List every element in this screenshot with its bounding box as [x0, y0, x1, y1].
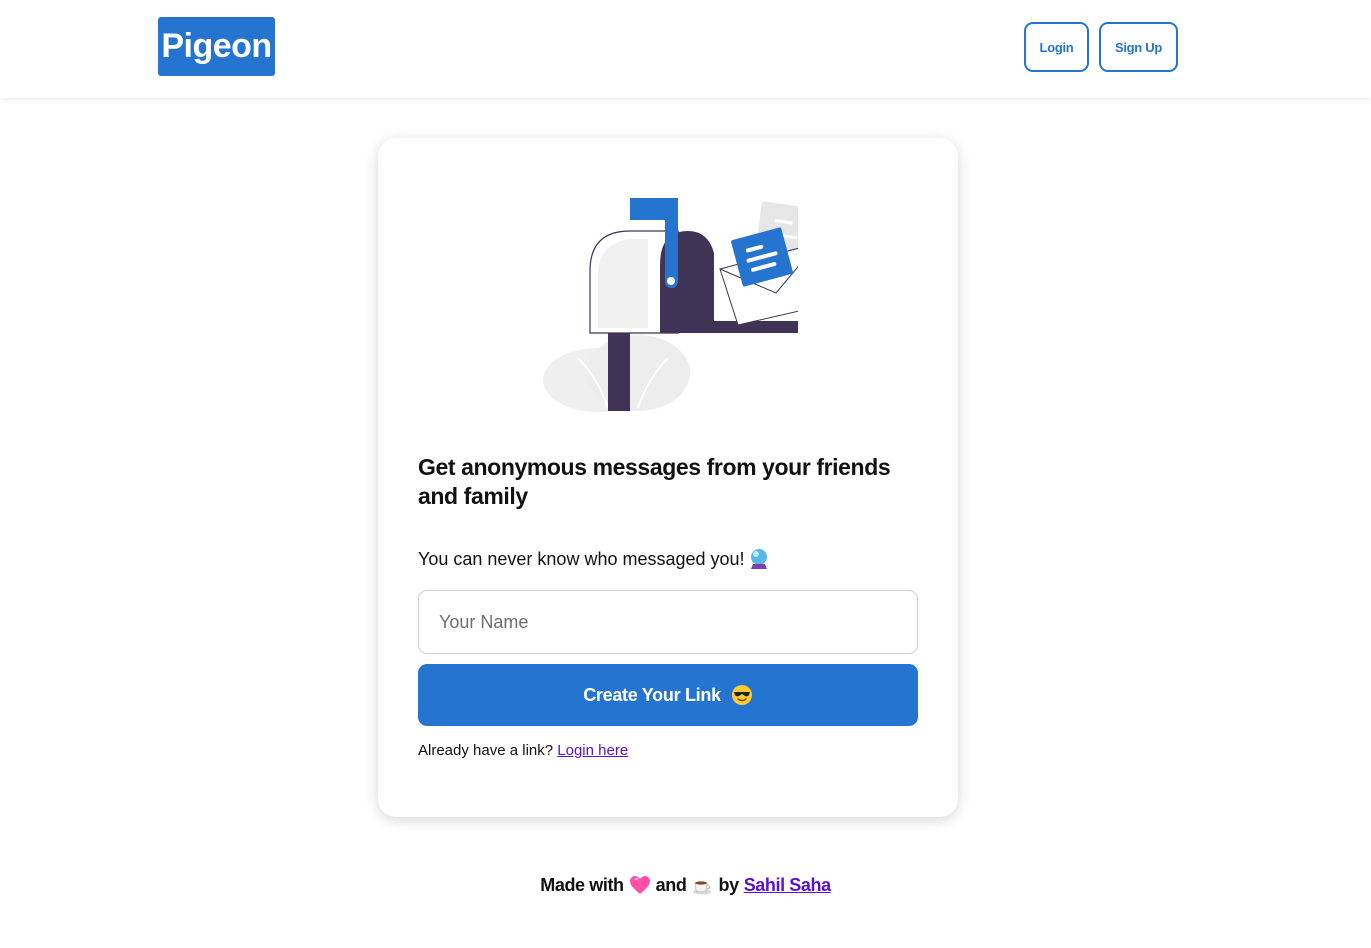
mailbox-illustration: [543, 198, 798, 412]
already-text: Already have a link?: [418, 742, 554, 759]
page-headline: Get anonymous messages from your friends…: [418, 454, 891, 509]
create-link-card: Get anonymous messages from your friends…: [378, 138, 958, 817]
navbar: Pigeon Login Sign Up: [0, 0, 1371, 98]
subline: You can never know who messaged you!: [418, 547, 918, 571]
brand-logo[interactable]: Pigeon: [158, 17, 275, 76]
footer-made-with: Made with: [540, 874, 624, 895]
sunglasses-face-icon: [731, 685, 752, 705]
footer-by: by: [718, 874, 739, 895]
subline-text: You can never know who messaged you!: [418, 549, 745, 569]
signup-button[interactable]: Sign Up: [1099, 22, 1178, 72]
footer-and: and: [655, 874, 687, 895]
name-input[interactable]: [418, 590, 918, 654]
coffee-icon: [693, 881, 712, 895]
create-link-label: Create Your Link: [583, 684, 721, 705]
author-link[interactable]: Sahil Saha: [744, 875, 831, 896]
crystal-ball-icon: [750, 549, 767, 569]
login-here-link[interactable]: Login here: [557, 742, 628, 759]
already-have-link: Already have a link? Login here: [418, 741, 918, 761]
footer: Made with and by Sahil Saha: [0, 874, 1371, 896]
login-button[interactable]: Login: [1024, 22, 1089, 72]
create-link-button[interactable]: Create Your Link: [418, 664, 918, 726]
heart-icon: [629, 876, 650, 894]
